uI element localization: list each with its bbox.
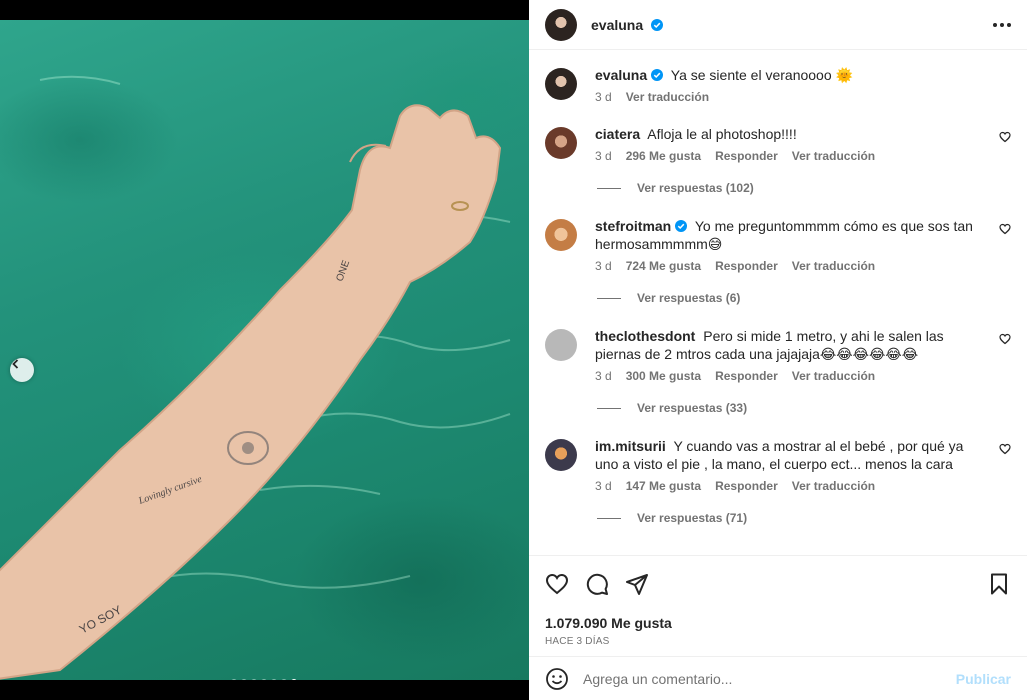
comment-composer: Publicar: [529, 656, 1027, 700]
avatar[interactable]: [545, 68, 577, 100]
translate-link[interactable]: Ver traducción: [792, 479, 875, 493]
reply-button[interactable]: Responder: [715, 479, 778, 493]
comment-time: 3 d: [595, 259, 612, 273]
arm-illustration: ONE Lovingly cursive YO SOY: [0, 75, 511, 680]
caption-text: Ya se siente el veranoooo 🌞: [670, 67, 853, 83]
post-media-pane: ONE Lovingly cursive YO SOY: [0, 0, 529, 700]
post-sidebar: evaluna evaluna Ya se siente el veranooo…: [529, 0, 1027, 700]
heart-icon[interactable]: [999, 333, 1011, 345]
post-header: evaluna: [529, 0, 1027, 50]
comment-text: Afloja le al photoshop!!!!: [647, 126, 797, 142]
comment-likes[interactable]: 296 Me gusta: [626, 149, 701, 163]
more-options-icon[interactable]: [993, 22, 1011, 27]
comment-time: 3 d: [595, 479, 612, 493]
view-replies-button[interactable]: Ver respuestas (6): [597, 291, 1011, 305]
comment-block: im.mitsurii Y cuando vas a mostrar al el…: [545, 437, 1011, 525]
caption-translate-link[interactable]: Ver traducción: [626, 90, 709, 104]
emoji-icon[interactable]: [545, 667, 569, 691]
share-icon[interactable]: [625, 572, 649, 596]
carousel-dot: [231, 679, 237, 680]
comment-item: stefroitman Yo me preguntommmm cómo es q…: [545, 217, 1011, 273]
verified-icon: [651, 18, 664, 31]
comment-block: theclothesdont Pero si mide 1 metro, y a…: [545, 327, 1011, 415]
heart-icon[interactable]: [545, 572, 569, 596]
post-photo[interactable]: ONE Lovingly cursive YO SOY: [0, 20, 529, 680]
view-replies-button[interactable]: Ver respuestas (33): [597, 401, 1011, 415]
avatar[interactable]: [545, 329, 577, 361]
comment-item: theclothesdont Pero si mide 1 metro, y a…: [545, 327, 1011, 383]
action-bar: 1.079.090 Me gusta HACE 3 DÍAS: [529, 555, 1027, 647]
view-replies-button[interactable]: Ver respuestas (71): [597, 511, 1011, 525]
verified-icon: [675, 220, 688, 232]
comment-likes[interactable]: 300 Me gusta: [626, 369, 701, 383]
carousel-prev-button[interactable]: [10, 358, 34, 382]
post-date: HACE 3 DÍAS: [545, 636, 610, 647]
comment-username[interactable]: ciatera: [595, 126, 640, 142]
avatar[interactable]: [545, 219, 577, 251]
reply-button[interactable]: Responder: [715, 149, 778, 163]
reply-button[interactable]: Responder: [715, 259, 778, 273]
carousel-dot: [291, 679, 297, 680]
carousel-dot: [241, 679, 247, 680]
translate-link[interactable]: Ver traducción: [792, 369, 875, 383]
publish-button[interactable]: Publicar: [956, 671, 1011, 687]
heart-icon[interactable]: [999, 131, 1011, 143]
comment-input[interactable]: [583, 670, 956, 687]
chevron-left-icon: [12, 359, 19, 369]
comment-likes[interactable]: 724 Me gusta: [626, 259, 701, 273]
comment-thread: ciatera Afloja le al photoshop!!!! 3 d 2…: [545, 125, 1011, 525]
comments-list: evaluna Ya se siente el veranoooo 🌞 3 d …: [529, 50, 1027, 555]
comment-block: ciatera Afloja le al photoshop!!!! 3 d 2…: [545, 125, 1011, 195]
comment-username[interactable]: im.mitsurii: [595, 438, 666, 454]
view-replies-button[interactable]: Ver respuestas (102): [597, 181, 1011, 195]
comment-block: stefroitman Yo me preguntommmm cómo es q…: [545, 217, 1011, 305]
heart-icon[interactable]: [999, 223, 1011, 235]
comment-username[interactable]: theclothesdont: [595, 328, 695, 344]
carousel-dot: [261, 679, 267, 680]
comment-time: 3 d: [595, 369, 612, 383]
comment-likes[interactable]: 147 Me gusta: [626, 479, 701, 493]
comment-username[interactable]: stefroitman: [595, 218, 688, 234]
avatar[interactable]: [545, 8, 577, 41]
translate-link[interactable]: Ver traducción: [792, 259, 875, 273]
caption: evaluna Ya se siente el veranoooo 🌞 3 d …: [545, 66, 1011, 104]
heart-icon[interactable]: [999, 443, 1011, 455]
carousel-dots: [231, 679, 297, 680]
comment-time: 3 d: [595, 149, 612, 163]
reply-button[interactable]: Responder: [715, 369, 778, 383]
bookmark-icon[interactable]: [987, 572, 1011, 596]
avatar[interactable]: [545, 127, 577, 159]
author-username[interactable]: evaluna: [591, 17, 643, 33]
carousel-dot: [281, 679, 287, 680]
arm-shape: [0, 104, 502, 680]
caption-time: 3 d: [595, 90, 612, 104]
verified-icon: [651, 69, 664, 81]
translate-link[interactable]: Ver traducción: [792, 149, 875, 163]
likes-count[interactable]: 1.079.090 Me gusta: [545, 615, 1011, 631]
carousel-dot: [271, 679, 277, 680]
avatar[interactable]: [545, 439, 577, 471]
comment-item: im.mitsurii Y cuando vas a mostrar al el…: [545, 437, 1011, 493]
caption-username[interactable]: evaluna: [595, 67, 664, 83]
carousel-dot: [251, 679, 257, 680]
comment-icon[interactable]: [585, 572, 609, 596]
comment-item: ciatera Afloja le al photoshop!!!! 3 d 2…: [545, 125, 1011, 163]
